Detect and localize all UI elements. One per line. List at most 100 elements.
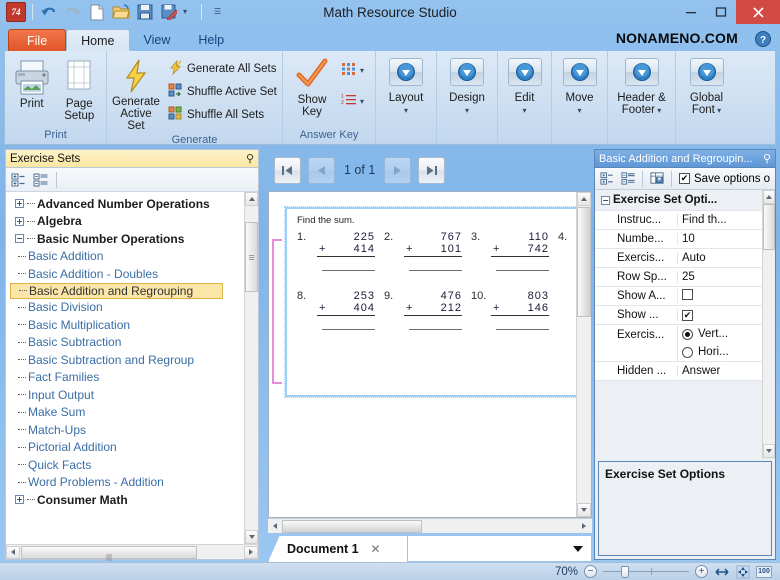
property-checkbox[interactable]: ✔ bbox=[682, 310, 693, 321]
doc-hscroll-left-arrow[interactable] bbox=[268, 520, 282, 533]
tree-item-quick-facts[interactable]: Quick Facts bbox=[10, 456, 244, 474]
maximize-button[interactable] bbox=[706, 0, 736, 24]
expand-node-icon[interactable]: + bbox=[15, 495, 24, 504]
properties-scroll-thumb[interactable] bbox=[763, 204, 775, 250]
zoom-out-button[interactable]: − bbox=[584, 565, 597, 578]
tab-file[interactable]: File bbox=[8, 29, 66, 51]
save-options-checkbox-row[interactable]: ✔ Save options o bbox=[677, 173, 770, 185]
tab-home[interactable]: Home bbox=[66, 29, 129, 51]
header-footer-button[interactable]: Header & Footer ▾ bbox=[612, 54, 671, 117]
zoom-slider-thumb[interactable] bbox=[621, 566, 629, 578]
tree-hscroll-right-arrow[interactable] bbox=[244, 546, 258, 559]
tab-view[interactable]: View bbox=[130, 29, 185, 51]
key-grid-dropdown-icon[interactable]: ▾ bbox=[360, 68, 364, 74]
generate-all-sets-button[interactable]: Generate All Sets bbox=[163, 58, 282, 80]
move-dropdown-icon[interactable]: ▾ bbox=[577, 108, 581, 114]
property-value[interactable]: ✔ bbox=[677, 309, 762, 321]
tree-item-basic-subtraction[interactable]: Basic Subtraction bbox=[10, 334, 244, 352]
design-dropdown-icon[interactable]: ▾ bbox=[465, 108, 469, 114]
document-horizontal-scrollbar[interactable] bbox=[268, 518, 592, 533]
layout-dropdown-icon[interactable]: ▾ bbox=[404, 108, 408, 114]
expand-node-icon[interactable]: + bbox=[15, 217, 24, 226]
tree-hscroll-thumb[interactable] bbox=[21, 546, 197, 559]
property-radio-option[interactable]: Hori... bbox=[682, 343, 762, 361]
tree-item-basic-addition-doubles[interactable]: Basic Addition - Doubles bbox=[10, 265, 244, 283]
doc-hscroll-right-arrow[interactable] bbox=[576, 520, 592, 533]
global-font-button[interactable]: Global Font ▾ bbox=[680, 54, 733, 117]
tree-item-make-sum[interactable]: Make Sum bbox=[10, 404, 244, 422]
design-button[interactable]: Design ▾ bbox=[441, 54, 493, 115]
chevron-down-icon[interactable] bbox=[573, 546, 583, 552]
header-footer-dropdown-icon[interactable]: ▾ bbox=[655, 106, 661, 115]
tab-help[interactable]: Help bbox=[184, 29, 238, 51]
property-value[interactable]: 10 bbox=[677, 233, 762, 245]
document-vertical-scrollbar[interactable] bbox=[576, 192, 591, 517]
fit-width-icon[interactable] bbox=[714, 565, 729, 579]
property-row[interactable]: Row Sp...25 bbox=[595, 268, 762, 287]
property-value[interactable]: 25 bbox=[677, 271, 762, 283]
pin-icon[interactable]: ⚲ bbox=[246, 152, 254, 165]
previous-page-button[interactable] bbox=[308, 157, 335, 184]
tree-item-basic-multiplication[interactable]: Basic Multiplication bbox=[10, 316, 244, 334]
tree-scroll-thumb[interactable] bbox=[245, 222, 258, 292]
document-canvas[interactable]: Find the sum. 1.225414+2.767101+3.110742… bbox=[268, 191, 592, 518]
zoom-in-button[interactable]: + bbox=[695, 565, 708, 578]
collapse-all-icon[interactable] bbox=[32, 171, 50, 189]
edit-dropdown-icon[interactable]: ▾ bbox=[522, 108, 526, 114]
radio-button[interactable] bbox=[682, 347, 693, 358]
edit-button[interactable]: Edit ▾ bbox=[502, 54, 547, 115]
key-list-button[interactable]: 1 2 ▾ bbox=[339, 91, 366, 112]
show-key-button[interactable]: Show Key bbox=[287, 54, 337, 119]
radio-button[interactable] bbox=[682, 329, 693, 340]
property-row[interactable]: Show ...✔ bbox=[595, 306, 762, 325]
tree-item-consumer-math[interactable]: +Consumer Math bbox=[10, 491, 244, 509]
tree-horizontal-scrollbar[interactable] bbox=[6, 544, 258, 559]
properties-scroll-down-arrow[interactable] bbox=[763, 444, 775, 458]
first-page-button[interactable] bbox=[274, 157, 301, 184]
print-button[interactable]: Print bbox=[9, 54, 55, 111]
property-value[interactable]: Vert...Hori... bbox=[677, 325, 762, 361]
tree-item-basic-subtraction-and-regroup[interactable]: Basic Subtraction and Regroup bbox=[10, 351, 244, 369]
last-page-button[interactable] bbox=[418, 157, 445, 184]
collapse-node-icon[interactable]: − bbox=[15, 234, 24, 243]
collapse-category-icon[interactable]: − bbox=[601, 196, 610, 205]
doc-scroll-down-arrow[interactable] bbox=[577, 503, 591, 517]
doc-hscroll-thumb[interactable] bbox=[282, 520, 422, 533]
save-options-checkbox[interactable]: ✔ bbox=[679, 173, 690, 184]
generate-active-set-button[interactable]: Generate Active Set bbox=[111, 54, 161, 133]
worksheet-page[interactable]: Find the sum. 1.225414+2.767101+3.110742… bbox=[285, 207, 576, 397]
next-page-button[interactable] bbox=[384, 157, 411, 184]
global-font-dropdown-icon[interactable]: ▾ bbox=[715, 106, 721, 115]
fit-page-icon[interactable] bbox=[735, 565, 750, 579]
tree-item-advanced-number-operations[interactable]: +Advanced Number Operations bbox=[10, 195, 244, 213]
document-tab-1-close-icon[interactable]: ✕ bbox=[371, 542, 381, 556]
shuffle-all-sets-button[interactable]: Shuffle All Sets bbox=[163, 104, 282, 126]
property-row[interactable]: Exercis...Vert...Hori... bbox=[595, 325, 762, 362]
minimize-button[interactable] bbox=[676, 0, 706, 24]
tree-hscroll-left-arrow[interactable] bbox=[6, 546, 20, 559]
tree-vertical-scrollbar[interactable] bbox=[244, 192, 258, 544]
shuffle-active-set-button[interactable]: Shuffle Active Set bbox=[163, 81, 282, 103]
tree-item-basic-number-operations[interactable]: −Basic Number Operations bbox=[10, 230, 244, 248]
property-row[interactable]: Numbe...10 bbox=[595, 230, 762, 249]
tree-item-input-output[interactable]: Input Output bbox=[10, 386, 244, 404]
property-category-row[interactable]: −Exercise Set Opti... bbox=[595, 190, 762, 211]
close-button[interactable] bbox=[736, 0, 780, 24]
property-value[interactable]: Find th... bbox=[677, 214, 762, 226]
tree-item-pictorial-addition[interactable]: Pictorial Addition bbox=[10, 439, 244, 457]
property-checkbox[interactable] bbox=[682, 289, 693, 300]
document-tab-1[interactable]: Document 1 ✕ bbox=[268, 535, 408, 562]
property-radio-option[interactable]: Vert... bbox=[682, 325, 762, 343]
save-options-icon[interactable] bbox=[648, 170, 666, 188]
pin-icon[interactable]: ⚲ bbox=[763, 152, 771, 165]
tree-item-algebra[interactable]: +Algebra bbox=[10, 213, 244, 231]
tree-item-fact-families[interactable]: Fact Families bbox=[10, 369, 244, 387]
doc-scroll-thumb[interactable] bbox=[577, 207, 591, 317]
alphabetical-view-icon[interactable] bbox=[619, 170, 637, 188]
tree-scroll-down-arrow[interactable] bbox=[245, 530, 258, 544]
layout-button[interactable]: Layout ▾ bbox=[380, 54, 432, 115]
property-value[interactable]: Answer bbox=[677, 365, 762, 377]
tree-item-basic-addition[interactable]: Basic Addition bbox=[10, 248, 244, 266]
property-row[interactable]: Hidden ...Answer bbox=[595, 362, 762, 381]
tree-item-basic-division[interactable]: Basic Division bbox=[10, 299, 244, 317]
